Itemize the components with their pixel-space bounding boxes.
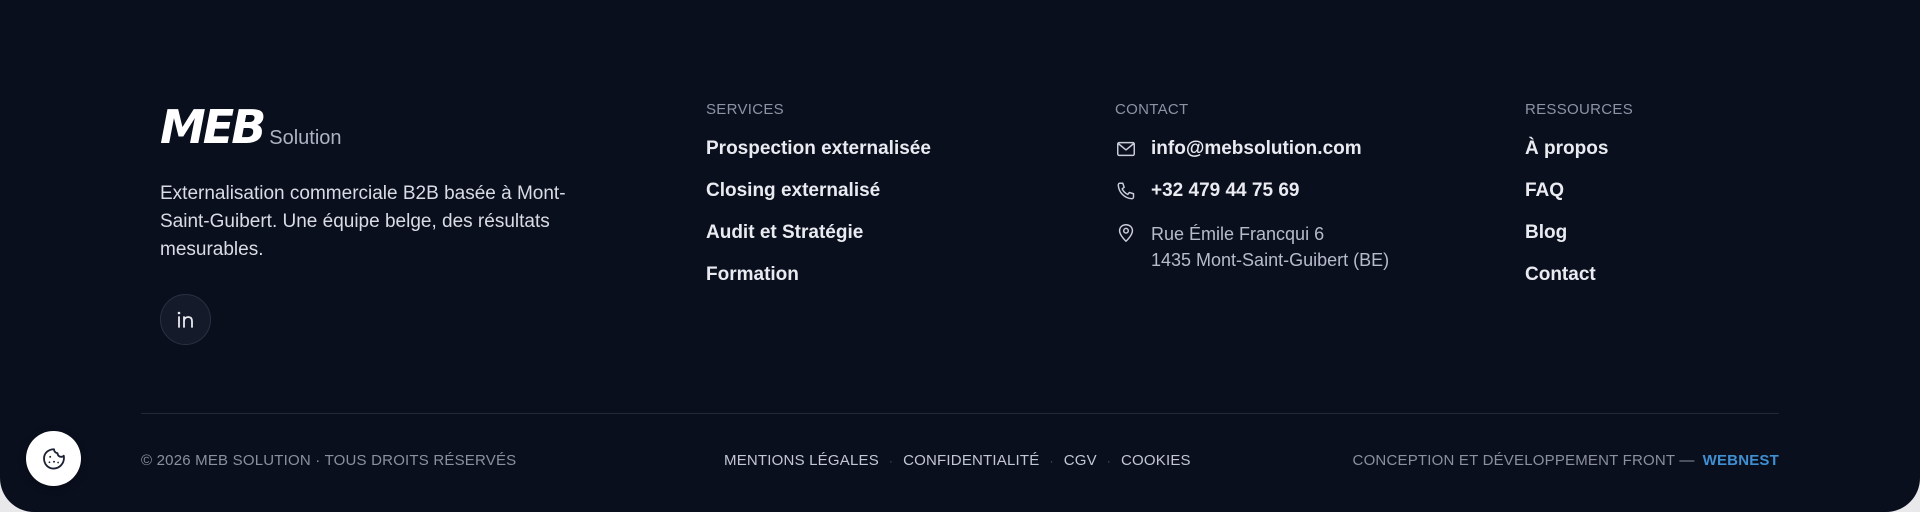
logo-subtitle: Solution	[269, 127, 342, 149]
credit-prefix: CONCEPTION ET DÉVELOPPEMENT FRONT —	[1352, 452, 1695, 469]
legal-link-privacy[interactable]: CONFIDENTIALITÉ	[903, 450, 1039, 472]
contact-phone[interactable]: +32 479 44 75 69	[1151, 179, 1299, 203]
services-heading: SERVICES	[706, 101, 784, 118]
tagline: Externalisation commerciale B2B basée à …	[160, 180, 580, 264]
logo[interactable]: MEB Solution	[160, 100, 580, 150]
tagline-line: mesurables.	[160, 239, 264, 260]
legal-separator: ·	[1106, 454, 1111, 468]
services-link-audit[interactable]: Audit et Stratégie	[706, 221, 931, 263]
legal-link-cookies[interactable]: COOKIES	[1121, 450, 1191, 472]
resources-link-faq[interactable]: FAQ	[1525, 179, 1633, 221]
legal-link-cgv[interactable]: CGV	[1064, 450, 1097, 472]
linkedin-button[interactable]	[160, 294, 211, 345]
credit: CONCEPTION ET DÉVELOPPEMENT FRONT — WEBNE…	[1353, 450, 1779, 472]
contact-heading: CONTACT	[1115, 101, 1189, 118]
cookie-icon	[42, 447, 65, 469]
resources-link-contact[interactable]: Contact	[1525, 263, 1633, 305]
site-footer: MEB Solution Externalisation commerciale…	[0, 0, 1920, 512]
contact-address-row: Rue Émile Francqui 6 1435 Mont-Saint-Gui…	[1115, 221, 1389, 273]
footer-divider	[141, 413, 1779, 414]
services-list: Prospection externalisée Closing externa…	[706, 137, 931, 305]
copyright: © 2026 MEB SOLUTION · TOUS DROITS RÉSERV…	[141, 452, 517, 469]
mail-icon	[1117, 141, 1135, 157]
logo-mark: MEB	[160, 100, 266, 154]
services-link-formation[interactable]: Formation	[706, 263, 931, 305]
credit-link-webnest[interactable]: WEBNEST	[1703, 452, 1779, 469]
contact-address: Rue Émile Francqui 6 1435 Mont-Saint-Gui…	[1151, 221, 1389, 273]
phone-icon	[1117, 182, 1135, 200]
footer-brand: MEB Solution Externalisation commerciale…	[160, 100, 580, 345]
legal-links: MENTIONS LÉGALES · CONFIDENTIALITÉ · CGV…	[724, 450, 1191, 472]
resources-heading: RESSOURCES	[1525, 101, 1634, 118]
tagline-line: Saint-Guibert. Une équipe belge, des rés…	[160, 211, 550, 232]
resources-link-about[interactable]: À propos	[1525, 137, 1633, 179]
contact-phone-row[interactable]: +32 479 44 75 69	[1115, 179, 1389, 203]
resources-list: À propos FAQ Blog Contact	[1525, 137, 1633, 305]
contact-email[interactable]: info@mebsolution.com	[1151, 137, 1362, 161]
tagline-line: Externalisation commerciale B2B basée à …	[160, 183, 566, 204]
contact-column: CONTACT info@mebsolution.com +32 479 44 …	[1115, 100, 1389, 291]
address-city: 1435 Mont-Saint-Guibert (BE)	[1151, 250, 1390, 270]
services-link-prospection[interactable]: Prospection externalisée	[706, 137, 931, 179]
legal-separator: ·	[1049, 454, 1054, 468]
services-link-closing[interactable]: Closing externalisé	[706, 179, 931, 221]
contact-email-row[interactable]: info@mebsolution.com	[1115, 137, 1389, 161]
legal-link-mentions[interactable]: MENTIONS LÉGALES	[724, 450, 879, 472]
legal-separator: ·	[888, 454, 894, 468]
address-street: Rue Émile Francqui 6	[1151, 224, 1325, 244]
services-column: SERVICES Prospection externalisée Closin…	[706, 100, 931, 305]
linkedin-icon	[177, 311, 193, 328]
cookie-settings-button[interactable]	[26, 431, 81, 486]
map-pin-icon	[1118, 224, 1134, 242]
resources-link-blog[interactable]: Blog	[1525, 221, 1633, 263]
resources-column: RESSOURCES À propos FAQ Blog Contact	[1525, 100, 1633, 305]
